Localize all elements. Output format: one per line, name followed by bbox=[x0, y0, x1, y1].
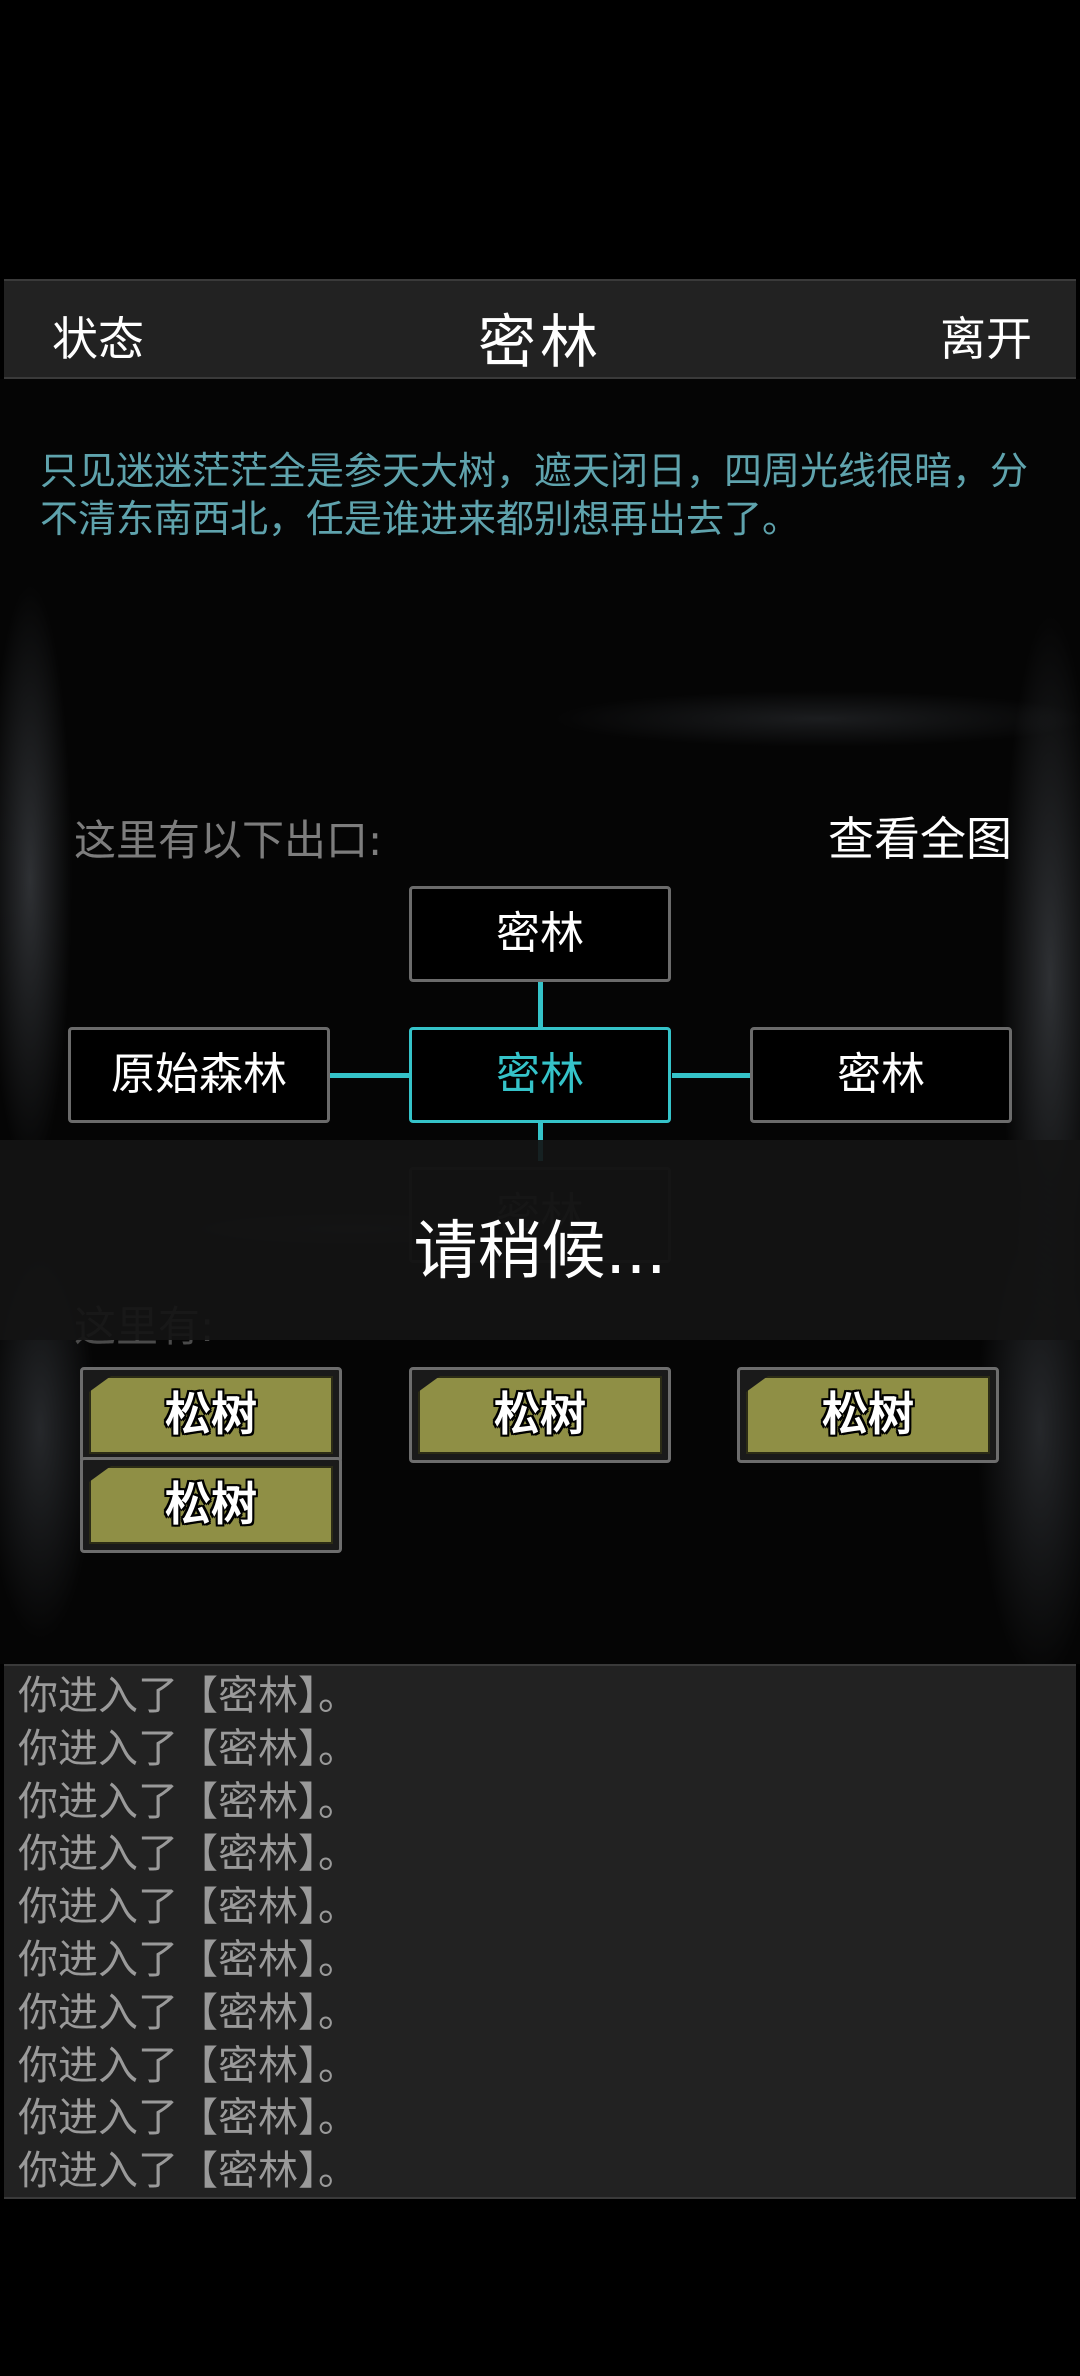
exit-west[interactable]: 原始森林 bbox=[68, 1027, 330, 1123]
log-line: 你进入了【密林】。 bbox=[18, 1884, 358, 1931]
log-line: 你进入了【密林】。 bbox=[18, 1989, 358, 2036]
item-label: 松树 bbox=[746, 1376, 990, 1454]
location-description: 只见迷迷茫茫全是参天大树，遮天闭日，四周光线很暗，分不清东南西北，任是谁进来都别… bbox=[40, 449, 1029, 541]
log-line: 你进入了【密林】。 bbox=[18, 1725, 358, 1772]
item-label: 松树 bbox=[418, 1376, 662, 1454]
item-button[interactable]: 松树 bbox=[80, 1457, 342, 1553]
loading-text: 请稍候... bbox=[413, 1215, 667, 1289]
link-east bbox=[672, 1073, 750, 1078]
exit-east[interactable]: 密林 bbox=[750, 1027, 1012, 1123]
exits-label: 这里有以下出口: bbox=[74, 816, 383, 865]
log-line: 你进入了【密林】。 bbox=[18, 1936, 358, 1983]
item-label: 松树 bbox=[89, 1376, 333, 1454]
item-button[interactable]: 松树 bbox=[80, 1367, 342, 1463]
log-line: 你进入了【密林】。 bbox=[18, 1831, 358, 1878]
current-location: 密林 bbox=[409, 1027, 671, 1123]
link-north bbox=[538, 982, 543, 1030]
view-full-map-button[interactable]: 查看全图 bbox=[828, 803, 1012, 869]
exit-north[interactable]: 密林 bbox=[409, 886, 671, 982]
log-line: 你进入了【密林】。 bbox=[18, 2095, 358, 2142]
log-line: 你进入了【密林】。 bbox=[18, 1778, 358, 1825]
message-log: 你进入了【密林】。 你进入了【密林】。 你进入了【密林】。 你进入了【密林】。 … bbox=[4, 1664, 1076, 2199]
log-line: 你进入了【密林】。 bbox=[18, 1673, 358, 1719]
log-line: 你进入了【密林】。 bbox=[18, 2148, 358, 2195]
item-button[interactable]: 松树 bbox=[737, 1367, 999, 1463]
scene-panel: 只见迷迷茫茫全是参天大树，遮天闭日，四周光线很暗，分不清东南西北，任是谁进来都别… bbox=[0, 379, 1080, 1664]
loading-overlay: 请稍候... bbox=[0, 1140, 1080, 1340]
top-bar: 状态 密林 离开 bbox=[4, 279, 1076, 379]
leave-button[interactable]: 离开 bbox=[940, 303, 1032, 369]
location-title: 密林 bbox=[477, 308, 602, 376]
item-button[interactable]: 松树 bbox=[409, 1367, 671, 1463]
link-west bbox=[330, 1073, 410, 1078]
log-line: 你进入了【密林】。 bbox=[18, 2042, 358, 2089]
item-label: 松树 bbox=[89, 1466, 333, 1544]
